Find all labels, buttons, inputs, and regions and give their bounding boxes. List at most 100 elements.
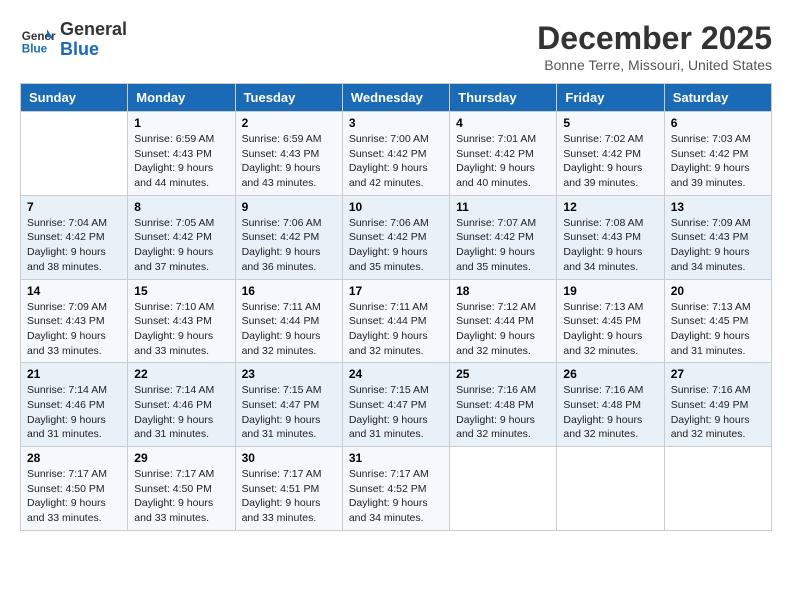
weekday-header-saturday: Saturday <box>664 84 771 112</box>
calendar-cell: 28 Sunrise: 7:17 AM Sunset: 4:50 PM Dayli… <box>21 447 128 531</box>
day-info: Sunrise: 7:00 AM Sunset: 4:42 PM Dayligh… <box>349 132 443 191</box>
day-number: 19 <box>563 284 657 298</box>
calendar-cell: 5 Sunrise: 7:02 AM Sunset: 4:42 PM Daylig… <box>557 112 664 196</box>
day-number: 4 <box>456 116 550 130</box>
day-info: Sunrise: 7:14 AM Sunset: 4:46 PM Dayligh… <box>134 383 228 442</box>
day-info: Sunrise: 7:02 AM Sunset: 4:42 PM Dayligh… <box>563 132 657 191</box>
calendar-cell <box>450 447 557 531</box>
weekday-header-wednesday: Wednesday <box>342 84 449 112</box>
calendar-cell: 18 Sunrise: 7:12 AM Sunset: 4:44 PM Dayli… <box>450 279 557 363</box>
calendar-cell: 13Sunrise: 7:09 AM Sunset: 4:43 PM Dayli… <box>664 195 771 279</box>
logo-icon: General Blue <box>20 22 56 58</box>
day-number: 20 <box>671 284 765 298</box>
day-number: 6 <box>671 116 765 130</box>
calendar-cell: 16Sunrise: 7:11 AM Sunset: 4:44 PM Dayli… <box>235 279 342 363</box>
day-info: Sunrise: 7:08 AM Sunset: 4:43 PM Dayligh… <box>563 216 657 275</box>
day-info: Sunrise: 7:04 AM Sunset: 4:42 PM Dayligh… <box>27 216 121 275</box>
day-info: Sunrise: 6:59 AM Sunset: 4:43 PM Dayligh… <box>242 132 336 191</box>
calendar-cell: 7 Sunrise: 7:04 AM Sunset: 4:42 PM Daylig… <box>21 195 128 279</box>
calendar-cell: 14 Sunrise: 7:09 AM Sunset: 4:43 PM Dayli… <box>21 279 128 363</box>
day-info: Sunrise: 7:11 AM Sunset: 4:44 PM Dayligh… <box>349 300 443 359</box>
day-number: 31 <box>349 451 443 465</box>
day-info: Sunrise: 7:15 AM Sunset: 4:47 PM Dayligh… <box>242 383 336 442</box>
day-info: Sunrise: 7:15 AM Sunset: 4:47 PM Dayligh… <box>349 383 443 442</box>
weekday-header-friday: Friday <box>557 84 664 112</box>
logo-text: GeneralBlue <box>60 20 127 60</box>
day-info: Sunrise: 7:13 AM Sunset: 4:45 PM Dayligh… <box>563 300 657 359</box>
day-number: 7 <box>27 200 121 214</box>
day-info: Sunrise: 7:17 AM Sunset: 4:51 PM Dayligh… <box>242 467 336 526</box>
day-number: 3 <box>349 116 443 130</box>
day-number: 5 <box>563 116 657 130</box>
calendar-cell: 17 Sunrise: 7:11 AM Sunset: 4:44 PM Dayli… <box>342 279 449 363</box>
calendar-cell: 6 Sunrise: 7:03 AM Sunset: 4:42 PM Daylig… <box>664 112 771 196</box>
day-number: 23 <box>242 367 336 381</box>
day-info: Sunrise: 7:12 AM Sunset: 4:44 PM Dayligh… <box>456 300 550 359</box>
day-number: 25 <box>456 367 550 381</box>
calendar-cell: 11Sunrise: 7:07 AM Sunset: 4:42 PM Dayli… <box>450 195 557 279</box>
calendar-cell: 22Sunrise: 7:14 AM Sunset: 4:46 PM Dayli… <box>128 363 235 447</box>
calendar-cell: 31 Sunrise: 7:17 AM Sunset: 4:52 PM Dayli… <box>342 447 449 531</box>
day-info: Sunrise: 7:17 AM Sunset: 4:50 PM Dayligh… <box>27 467 121 526</box>
calendar-cell <box>557 447 664 531</box>
day-info: Sunrise: 7:16 AM Sunset: 4:48 PM Dayligh… <box>563 383 657 442</box>
calendar-cell: 2 Sunrise: 6:59 AM Sunset: 4:43 PM Daylig… <box>235 112 342 196</box>
day-info: Sunrise: 7:01 AM Sunset: 4:42 PM Dayligh… <box>456 132 550 191</box>
day-info: Sunrise: 7:13 AM Sunset: 4:45 PM Dayligh… <box>671 300 765 359</box>
calendar-cell: 15 Sunrise: 7:10 AM Sunset: 4:43 PM Dayli… <box>128 279 235 363</box>
calendar-cell <box>664 447 771 531</box>
day-info: Sunrise: 7:06 AM Sunset: 4:42 PM Dayligh… <box>242 216 336 275</box>
weekday-header-sunday: Sunday <box>21 84 128 112</box>
day-number: 26 <box>563 367 657 381</box>
day-number: 18 <box>456 284 550 298</box>
calendar-cell: 30 Sunrise: 7:17 AM Sunset: 4:51 PM Dayli… <box>235 447 342 531</box>
day-info: Sunrise: 7:06 AM Sunset: 4:42 PM Dayligh… <box>349 216 443 275</box>
weekday-header-monday: Monday <box>128 84 235 112</box>
day-info: Sunrise: 7:05 AM Sunset: 4:42 PM Dayligh… <box>134 216 228 275</box>
day-info: Sunrise: 7:17 AM Sunset: 4:50 PM Dayligh… <box>134 467 228 526</box>
calendar-cell: 1Sunrise: 6:59 AM Sunset: 4:43 PM Daylig… <box>128 112 235 196</box>
day-number: 9 <box>242 200 336 214</box>
day-number: 10 <box>349 200 443 214</box>
day-info: Sunrise: 7:16 AM Sunset: 4:49 PM Dayligh… <box>671 383 765 442</box>
calendar-cell: 20 Sunrise: 7:13 AM Sunset: 4:45 PM Dayli… <box>664 279 771 363</box>
logo: General Blue GeneralBlue <box>20 20 127 60</box>
day-info: Sunrise: 7:07 AM Sunset: 4:42 PM Dayligh… <box>456 216 550 275</box>
month-title: December 2025 <box>537 20 772 57</box>
calendar-cell: 21 Sunrise: 7:14 AM Sunset: 4:46 PM Dayli… <box>21 363 128 447</box>
day-number: 27 <box>671 367 765 381</box>
day-number: 29 <box>134 451 228 465</box>
day-number: 15 <box>134 284 228 298</box>
day-number: 14 <box>27 284 121 298</box>
day-info: Sunrise: 7:09 AM Sunset: 4:43 PM Dayligh… <box>671 216 765 275</box>
location: Bonne Terre, Missouri, United States <box>537 57 772 73</box>
calendar-cell: 26 Sunrise: 7:16 AM Sunset: 4:48 PM Dayli… <box>557 363 664 447</box>
day-number: 30 <box>242 451 336 465</box>
page-header: General Blue GeneralBlue December 2025 B… <box>20 20 772 73</box>
calendar-table: SundayMondayTuesdayWednesdayThursdayFrid… <box>20 83 772 531</box>
day-number: 17 <box>349 284 443 298</box>
calendar-cell: 10 Sunrise: 7:06 AM Sunset: 4:42 PM Dayli… <box>342 195 449 279</box>
day-info: Sunrise: 7:10 AM Sunset: 4:43 PM Dayligh… <box>134 300 228 359</box>
day-number: 8 <box>134 200 228 214</box>
day-number: 1 <box>134 116 228 130</box>
day-number: 2 <box>242 116 336 130</box>
calendar-cell: 3 Sunrise: 7:00 AM Sunset: 4:42 PM Daylig… <box>342 112 449 196</box>
calendar-cell: 19 Sunrise: 7:13 AM Sunset: 4:45 PM Dayli… <box>557 279 664 363</box>
calendar-cell: 4 Sunrise: 7:01 AM Sunset: 4:42 PM Daylig… <box>450 112 557 196</box>
calendar-cell: 23 Sunrise: 7:15 AM Sunset: 4:47 PM Dayli… <box>235 363 342 447</box>
calendar-cell: 29 Sunrise: 7:17 AM Sunset: 4:50 PM Dayli… <box>128 447 235 531</box>
day-number: 28 <box>27 451 121 465</box>
calendar-cell: 27 Sunrise: 7:16 AM Sunset: 4:49 PM Dayli… <box>664 363 771 447</box>
day-info: Sunrise: 7:11 AM Sunset: 4:44 PM Dayligh… <box>242 300 336 359</box>
day-info: Sunrise: 7:16 AM Sunset: 4:48 PM Dayligh… <box>456 383 550 442</box>
day-info: Sunrise: 7:03 AM Sunset: 4:42 PM Dayligh… <box>671 132 765 191</box>
day-info: Sunrise: 7:17 AM Sunset: 4:52 PM Dayligh… <box>349 467 443 526</box>
calendar-cell: 24Sunrise: 7:15 AM Sunset: 4:47 PM Dayli… <box>342 363 449 447</box>
calendar-cell <box>21 112 128 196</box>
day-info: Sunrise: 7:09 AM Sunset: 4:43 PM Dayligh… <box>27 300 121 359</box>
weekday-header-tuesday: Tuesday <box>235 84 342 112</box>
day-info: Sunrise: 7:14 AM Sunset: 4:46 PM Dayligh… <box>27 383 121 442</box>
weekday-header-thursday: Thursday <box>450 84 557 112</box>
day-number: 21 <box>27 367 121 381</box>
